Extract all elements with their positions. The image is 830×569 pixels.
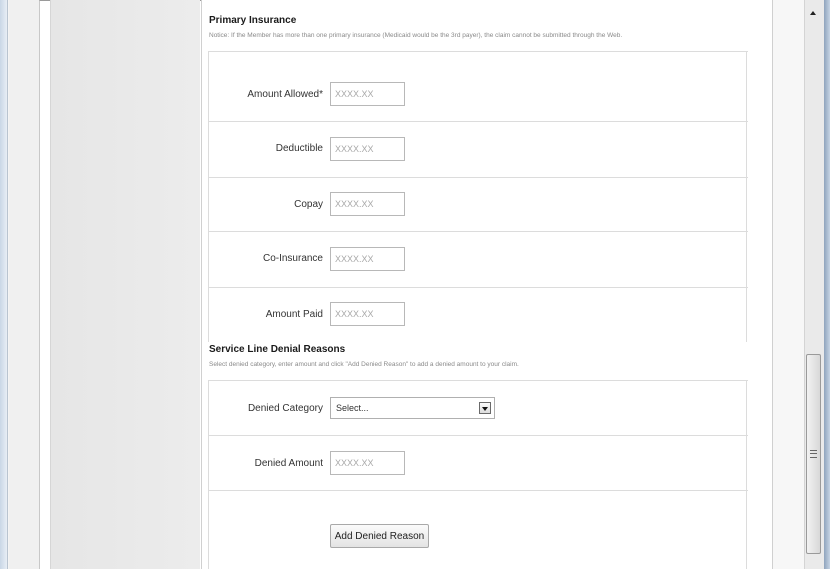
denied-amount-label: Denied Amount <box>254 458 323 469</box>
right-gutter <box>773 0 804 569</box>
left-nav-column <box>50 0 200 569</box>
add-denied-reason-button[interactable]: Add Denied Reason <box>330 524 429 548</box>
co-insurance-input[interactable] <box>330 247 405 271</box>
amount-allowed-label: Amount Allowed* <box>247 89 323 100</box>
denied-category-value: Select... <box>336 403 369 413</box>
form-row-deductible: Deductible <box>209 121 748 178</box>
denied-amount-input[interactable] <box>330 451 405 475</box>
window-right-edge <box>824 0 830 569</box>
denied-category-select[interactable]: Select... <box>330 397 495 419</box>
form-row-co-insurance: Co-Insurance <box>209 231 748 288</box>
copay-input[interactable] <box>330 192 405 216</box>
amount-allowed-input[interactable] <box>330 82 405 106</box>
primary-insurance-title: Primary Insurance <box>209 15 297 26</box>
form-row-amount-paid: Amount Paid <box>209 287 748 342</box>
form-row-denied-category: Denied Category Select... <box>209 380 748 436</box>
amount-paid-label: Amount Paid <box>265 309 323 320</box>
window-left-edge <box>0 0 8 569</box>
co-insurance-label: Co-Insurance <box>262 253 323 264</box>
scrollbar-thumb[interactable] <box>806 354 821 554</box>
left-gutter <box>9 0 39 569</box>
form-row-denied-amount: Denied Amount <box>209 435 748 491</box>
amount-paid-input[interactable] <box>330 302 405 326</box>
form-row-add-button: Add Denied Reason <box>209 490 748 569</box>
denied-category-label: Denied Category <box>247 403 323 414</box>
copay-label: Copay <box>294 199 323 210</box>
scroll-up-arrow-icon[interactable] <box>804 4 824 22</box>
deductible-input[interactable] <box>330 137 405 161</box>
primary-insurance-form: Amount Allowed* Deductible Copay Co-Insu… <box>208 51 748 342</box>
primary-insurance-notice: Notice: If the Member has more than one … <box>209 32 623 39</box>
deductible-label: Deductible <box>275 143 323 154</box>
denial-reasons-note: Select denied category, enter amount and… <box>209 361 519 368</box>
form-row-amount-allowed: Amount Allowed* <box>209 51 748 122</box>
denial-reasons-title: Service Line Denial Reasons <box>209 344 346 355</box>
chevron-down-icon[interactable] <box>479 402 491 414</box>
form-row-copay: Copay <box>209 177 748 232</box>
scroll-grip-icon <box>810 450 817 458</box>
denial-reasons-form: Denied Category Select... Denied Amount … <box>208 380 748 569</box>
